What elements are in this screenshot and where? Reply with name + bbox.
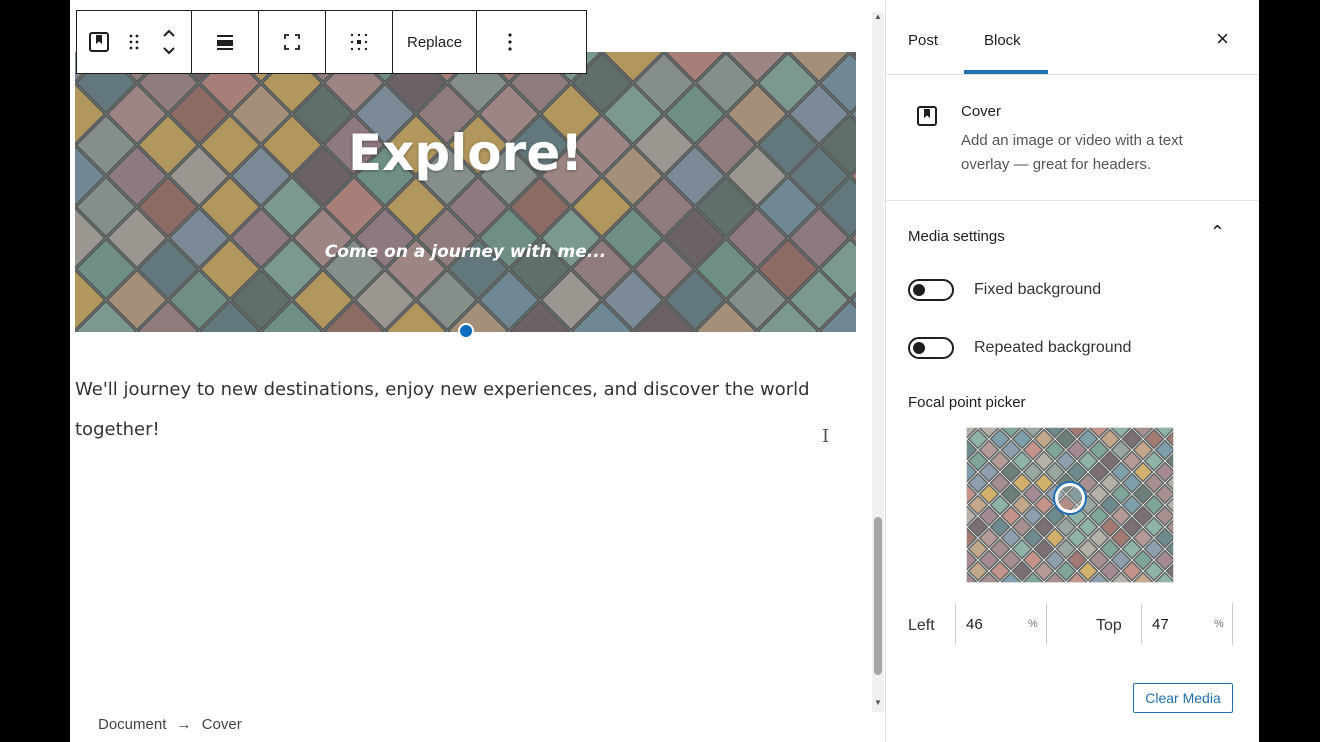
toolbar-group-position (326, 11, 393, 73)
top-label: Top (1096, 617, 1122, 634)
move-up-down-icon (163, 29, 175, 55)
more-options-button[interactable] (477, 11, 543, 73)
left-unit: % (1028, 618, 1038, 630)
breadcrumb-cover[interactable]: Cover (202, 716, 242, 733)
breadcrumb-arrow: → (176, 716, 192, 733)
toolbar-group-replace: Replace (393, 11, 478, 73)
close-icon[interactable]: × (1216, 26, 1229, 52)
scroll-down-arrow-icon[interactable]: ▼ (872, 698, 884, 712)
clear-media-button[interactable]: Clear Media (1133, 683, 1233, 713)
tab-post[interactable]: Post (908, 32, 938, 49)
scroll-up-arrow-icon[interactable]: ▲ (872, 12, 884, 26)
focal-point-picker[interactable] (966, 427, 1174, 583)
move-up-down-button[interactable] (147, 11, 191, 73)
paragraph-block[interactable]: We'll journey to new destinations, enjoy… (75, 370, 845, 450)
repeated-background-label: Repeated background (974, 339, 1132, 356)
repeated-background-toggle[interactable] (908, 337, 954, 359)
block-card-description: Add an image or video with a text overla… (961, 132, 1183, 173)
block-type-button[interactable] (77, 11, 121, 73)
more-options-icon (508, 33, 512, 51)
media-settings-title[interactable]: Media settings (908, 228, 1005, 245)
toggle-knob (913, 284, 925, 296)
fixed-background-toggle[interactable] (908, 279, 954, 301)
chevron-up-icon[interactable]: ⌃ (1210, 222, 1225, 243)
tab-block[interactable]: Block (984, 32, 1021, 49)
block-card-title: Cover (961, 103, 1002, 120)
fixed-background-row: Fixed background (908, 278, 1101, 302)
replace-button[interactable]: Replace (393, 11, 476, 73)
sidebar-tabs: Post Block × (886, 10, 1259, 75)
toolbar-group-block (77, 11, 192, 73)
scrollbar-thumb[interactable] (874, 517, 882, 675)
cover-resize-handle[interactable] (458, 323, 474, 339)
align-button[interactable] (192, 11, 258, 73)
left-label: Left (908, 617, 935, 634)
cover-overlay (75, 52, 856, 332)
drag-handle-icon (129, 34, 139, 50)
repeated-background-row: Repeated background (908, 336, 1131, 360)
block-toolbar: Replace (76, 10, 587, 74)
content-position-button[interactable] (326, 11, 392, 73)
top-field: % (1141, 603, 1233, 645)
settings-sidebar: Post Block × Cover Add an image or video… (885, 0, 1259, 742)
cover-title[interactable]: Explore! (75, 124, 856, 182)
drag-handle-button[interactable] (121, 11, 147, 73)
cover-block[interactable]: Explore! Come on a journey with me... (75, 52, 856, 332)
editor-canvas: Explore! Come on a journey with me... Re… (70, 0, 872, 742)
toolbar-group-more (477, 11, 543, 73)
full-height-button[interactable] (259, 11, 325, 73)
cover-block-icon (89, 32, 109, 52)
cover-subtitle[interactable]: Come on a journey with me... (75, 242, 856, 262)
top-input[interactable] (1142, 614, 1204, 634)
block-card: Cover Add an image or video with a text … (886, 75, 1259, 201)
breadcrumb: Document → Cover (98, 716, 248, 733)
active-tab-indicator (964, 70, 1048, 74)
content-position-icon (350, 33, 368, 51)
editor-scrollbar[interactable]: ▲ ▼ (872, 12, 884, 712)
full-height-icon (284, 34, 300, 50)
toolbar-group-height (259, 11, 326, 73)
left-input[interactable] (956, 614, 1018, 634)
breadcrumb-document[interactable]: Document (98, 716, 166, 733)
top-unit: % (1214, 618, 1224, 630)
focal-point-handle[interactable] (1055, 483, 1085, 513)
align-icon (217, 35, 233, 50)
cover-block-icon (917, 106, 937, 126)
left-field: % (955, 603, 1047, 645)
toggle-knob (913, 342, 925, 354)
fixed-background-label: Fixed background (974, 281, 1102, 298)
toolbar-group-align (192, 11, 259, 73)
app-frame: Explore! Come on a journey with me... Re… (70, 0, 1259, 742)
focal-point-label: Focal point picker (908, 394, 1026, 411)
text-cursor-icon: I (822, 426, 830, 447)
